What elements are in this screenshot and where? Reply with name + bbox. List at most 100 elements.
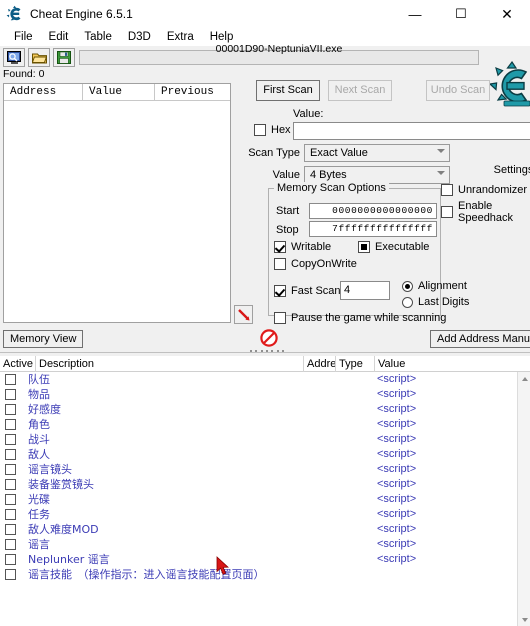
alignment-radio[interactable]: Alignment <box>402 280 467 292</box>
scan-results-body[interactable] <box>4 101 230 322</box>
column-header-type[interactable]: Type <box>336 356 375 372</box>
cheat-table-scrollbar[interactable] <box>517 372 530 626</box>
next-scan-button[interactable]: Next Scan <box>328 80 392 101</box>
row-description[interactable]: 队伍 <box>28 372 50 387</box>
table-row[interactable]: 装备鉴赏镜头 <script> <box>0 477 530 492</box>
table-row[interactable]: 战斗 <script> <box>0 432 530 447</box>
cheat-engine-logo-icon[interactable] <box>488 52 530 114</box>
table-row[interactable]: 光碟 <script> <box>0 492 530 507</box>
executable-checkbox-box[interactable] <box>358 241 370 253</box>
alignment-radio-dot[interactable] <box>402 280 413 292</box>
speedhack-checkbox-box[interactable] <box>441 206 453 218</box>
row-active-checkbox[interactable] <box>5 389 16 400</box>
last-digits-radio-dot[interactable] <box>402 296 413 308</box>
row-active-checkbox[interactable] <box>5 464 16 475</box>
row-value[interactable]: <script> <box>377 507 416 522</box>
hex-checkbox[interactable]: Hex <box>254 124 291 136</box>
row-value[interactable]: <script> <box>377 522 416 537</box>
row-description[interactable]: 谣言 <box>28 537 50 552</box>
fast-scan-checkbox-box[interactable] <box>274 285 286 297</box>
maximize-button[interactable]: ☐ <box>438 0 484 28</box>
row-active-checkbox[interactable] <box>5 524 16 535</box>
row-description[interactable]: 敌人难度MOD <box>28 522 99 537</box>
no-entry-icon[interactable] <box>260 329 278 347</box>
row-value[interactable]: <script> <box>377 432 416 447</box>
results-column-value[interactable]: Value <box>83 84 155 100</box>
row-value[interactable]: <script> <box>377 477 416 492</box>
row-description[interactable]: 好感度 <box>28 402 61 417</box>
row-value[interactable]: <script> <box>377 387 416 402</box>
writable-checkbox[interactable]: Writable <box>274 241 331 253</box>
unrandomizer-checkbox-box[interactable] <box>441 184 453 196</box>
settings-label[interactable]: Settings <box>486 164 530 176</box>
scroll-up-icon[interactable] <box>518 372 530 385</box>
row-value[interactable]: <script> <box>377 372 416 387</box>
unrandomizer-checkbox[interactable]: Unrandomizer <box>441 184 527 196</box>
row-description[interactable]: 敌人 <box>28 447 50 462</box>
memory-view-button[interactable]: Memory View <box>3 330 84 348</box>
row-active-checkbox[interactable] <box>5 509 16 520</box>
pause-game-checkbox[interactable]: Pause the game while scanning <box>274 312 446 324</box>
results-column-previous[interactable]: Previous <box>155 84 230 100</box>
row-value[interactable]: <script> <box>377 552 416 567</box>
start-address-input[interactable]: 0000000000000000 <box>309 203 437 219</box>
row-description[interactable]: 角色 <box>28 417 50 432</box>
writable-checkbox-box[interactable] <box>274 241 286 253</box>
stop-address-input[interactable]: 7fffffffffffffff <box>309 221 437 237</box>
minimize-button[interactable]: — <box>392 0 438 28</box>
row-active-checkbox[interactable] <box>5 404 16 415</box>
hex-checkbox-box[interactable] <box>254 124 266 136</box>
row-active-checkbox[interactable] <box>5 539 16 550</box>
row-active-checkbox[interactable] <box>5 434 16 445</box>
row-active-checkbox[interactable] <box>5 569 16 580</box>
red-crosshair-pointer-icon[interactable] <box>234 305 253 324</box>
row-active-checkbox[interactable] <box>5 479 16 490</box>
results-column-address[interactable]: Address <box>4 84 83 100</box>
scroll-down-icon[interactable] <box>518 613 530 626</box>
last-digits-radio[interactable]: Last Digits <box>402 296 469 308</box>
column-header-description[interactable]: Description <box>36 356 304 372</box>
row-description[interactable]: 物品 <box>28 387 50 402</box>
table-row[interactable]: 谣言技能 （操作指示：进入谣言技能配置页面） <box>0 567 530 582</box>
table-row[interactable]: 队伍 <script> <box>0 372 530 387</box>
fast-scan-value-input[interactable]: 4 <box>340 281 390 300</box>
table-row[interactable]: 好感度 <script> <box>0 402 530 417</box>
menu-item-file[interactable]: File <box>6 30 41 44</box>
table-row[interactable]: 谣言 <script> <box>0 537 530 552</box>
copyonwrite-checkbox-box[interactable] <box>274 258 286 270</box>
copyonwrite-checkbox[interactable]: CopyOnWrite <box>274 258 357 270</box>
pause-game-checkbox-box[interactable] <box>274 312 286 324</box>
row-active-checkbox[interactable] <box>5 554 16 565</box>
save-file-button[interactable] <box>53 48 75 67</box>
add-address-manually-button[interactable]: Add Address Manually <box>430 330 530 348</box>
column-header-value[interactable]: Value <box>375 356 515 372</box>
undo-scan-button[interactable]: Undo Scan <box>426 80 490 101</box>
menu-item-edit[interactable]: Edit <box>41 30 77 44</box>
row-description[interactable]: 战斗 <box>28 432 50 447</box>
open-process-button[interactable] <box>3 48 25 67</box>
row-description[interactable]: Neplunker 谣言 <box>28 552 110 567</box>
row-description[interactable]: 任务 <box>28 507 50 522</box>
table-row[interactable]: 角色 <script> <box>0 417 530 432</box>
row-value[interactable]: <script> <box>377 417 416 432</box>
row-description[interactable]: 谣言镜头 <box>28 462 72 477</box>
table-row[interactable]: 敌人 <script> <box>0 447 530 462</box>
speedhack-checkbox[interactable]: Enable Speedhack <box>441 200 530 224</box>
table-row[interactable]: Neplunker 谣言 <script> <box>0 552 530 567</box>
table-row[interactable]: 敌人难度MOD <script> <box>0 522 530 537</box>
row-value[interactable]: <script> <box>377 402 416 417</box>
scan-results-panel[interactable]: Address Value Previous <box>3 83 231 323</box>
scan-type-dropdown[interactable]: Exact Value <box>304 144 450 162</box>
first-scan-button[interactable]: First Scan <box>256 80 320 101</box>
close-button[interactable]: ✕ <box>484 0 530 28</box>
row-value[interactable]: <script> <box>377 447 416 462</box>
table-row[interactable]: 物品 <script> <box>0 387 530 402</box>
row-description[interactable]: 光碟 <box>28 492 50 507</box>
table-row[interactable]: 谣言镜头 <script> <box>0 462 530 477</box>
row-value[interactable]: <script> <box>377 492 416 507</box>
row-description[interactable]: 装备鉴赏镜头 <box>28 477 94 492</box>
table-row[interactable]: 任务 <script> <box>0 507 530 522</box>
row-active-checkbox[interactable] <box>5 374 16 385</box>
row-active-checkbox[interactable] <box>5 449 16 460</box>
scan-value-input[interactable] <box>293 122 530 140</box>
